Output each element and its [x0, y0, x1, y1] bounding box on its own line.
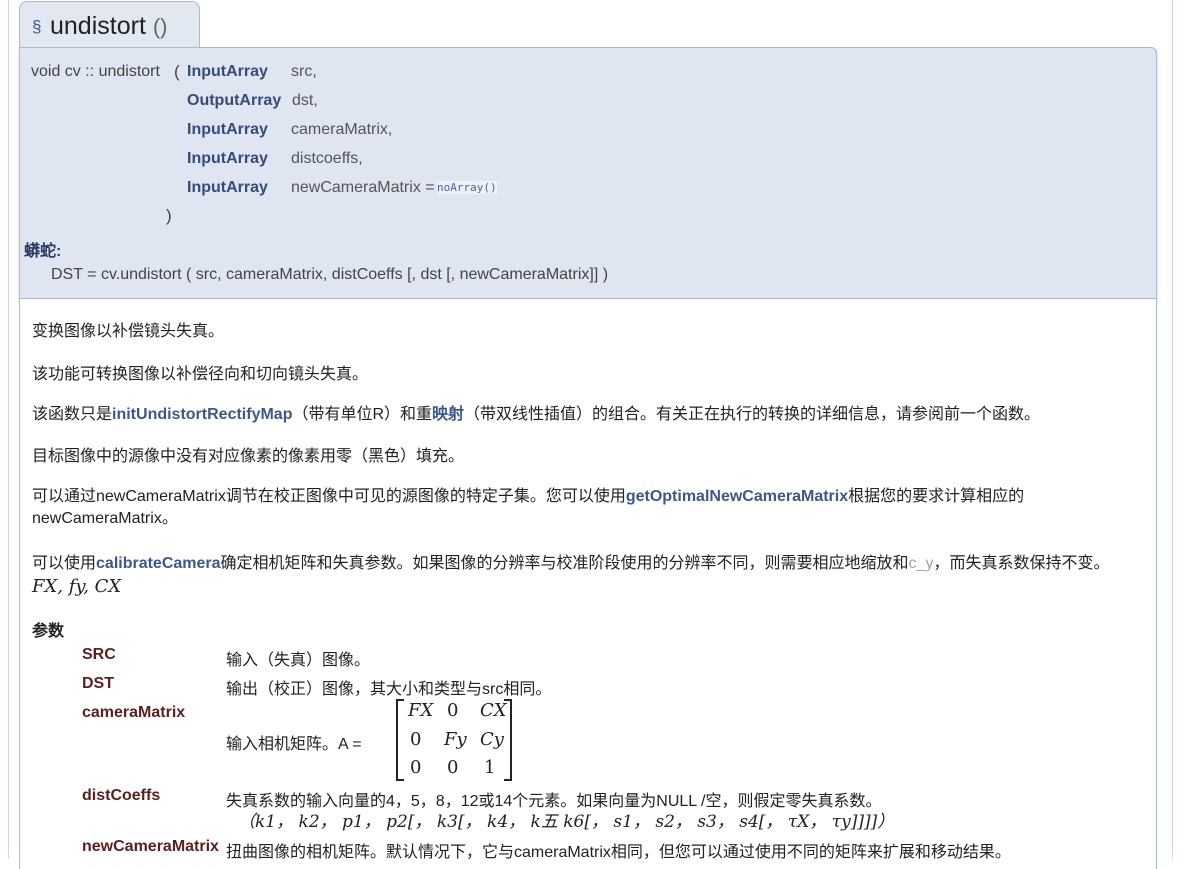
matrix-cell: 0 — [410, 729, 422, 750]
param-name-dst: DST — [82, 675, 114, 692]
prototype-signature-head: void cv :: undistort — [31, 63, 160, 80]
formula-c-y: c_y — [908, 555, 934, 572]
text: 该函数只是 — [32, 406, 113, 423]
param-type-link[interactable]: InputArray — [187, 63, 268, 81]
param-name: src, — [291, 63, 317, 80]
default-value-link[interactable]: noArray() — [437, 181, 497, 194]
text: （带双线性插值）的组合。有关正在执行的转换的详细信息，请参阅前一个函数。 — [464, 406, 1041, 423]
paragraph-description: 该功能可转换图像以补偿径向和切向镜头失真。 — [32, 366, 369, 383]
right-border-line — [1172, 0, 1173, 859]
param-name-distcoeffs: distCoeffs — [82, 787, 161, 804]
matrix-cell: FX — [408, 700, 434, 721]
camera-matrix-formula: FX 0 CX 0 Fy Cy 0 0 1 — [396, 699, 512, 781]
param-type-link[interactable]: OutputArray — [187, 92, 281, 110]
param-desc-cameramatrix: 输入相机矩阵。A = — [226, 736, 362, 753]
function-title: undistort () — [50, 12, 168, 40]
param-name-cameramatrix: cameraMatrix — [82, 704, 186, 721]
param-desc-dst: 输出（校正）图像，其大小和类型与src相同。 — [226, 681, 552, 698]
link-calibrateCamera[interactable]: calibrateCamera — [96, 555, 221, 572]
python-signature: DST = cv.undistort ( src, cameraMatrix, … — [51, 266, 609, 283]
params-heading: 参数 — [32, 623, 65, 640]
matrix-cell: CX — [480, 700, 507, 721]
param-name: dst, — [292, 92, 318, 109]
open-paren: ( — [174, 62, 180, 81]
paragraph-summary: 变换图像以补偿镜头失真。 — [32, 323, 225, 340]
text: 根据您的要求计算相应的 — [848, 488, 1025, 505]
matrix-cell: 0 — [410, 757, 422, 778]
param-desc-newcameramatrix: 扭曲图像的相机矩阵。默认情况下，它与cameraMatrix相同，但您可以通过使… — [226, 844, 1011, 861]
python-label: 蟒蛇: — [24, 243, 62, 260]
text: （带有单位R）和重 — [292, 406, 433, 423]
param-name: distcoeffs, — [291, 150, 363, 167]
text: ，而失真系数保持不变。 — [933, 555, 1110, 572]
param-desc-src: 输入（失真）图像。 — [226, 652, 371, 669]
link-remap[interactable]: 映射 — [432, 406, 464, 423]
paragraph-fill: 目标图像中的源像中没有对应像素的像素用零（黑色）填充。 — [32, 448, 465, 465]
section-anchor-link[interactable]: § — [32, 17, 41, 37]
formula-scale: FX, fy, CX — [32, 576, 122, 597]
matrix-cell: Cy — [480, 729, 504, 750]
matrix-cell: 1 — [484, 757, 496, 778]
param-name: cameraMatrix, — [291, 121, 393, 138]
matrix-cell: 0 — [447, 700, 459, 721]
function-title-tab: § undistort () — [19, 1, 200, 48]
param-type-link[interactable]: InputArray — [187, 179, 268, 197]
matrix-left-bracket — [396, 699, 404, 781]
text: 可以使用 — [32, 555, 97, 572]
paragraph-newcameramatrix: 可以通过newCameraMatrix调节在校正图像中可见的源图像的特定子集。您… — [32, 486, 1132, 530]
matrix-cell: 0 — [447, 757, 459, 778]
param-name: newCameraMatrix = — [291, 179, 435, 196]
text: newCameraMatrix。 — [32, 510, 178, 527]
close-paren: ) — [166, 206, 172, 225]
text: 确定相机矩阵和失真参数。如果图像的分辨率与校准阶段使用的分辨率不同，则需要相应地… — [220, 555, 909, 572]
matrix-cell: Fy — [444, 729, 467, 750]
paragraph-combination: 该函数只是initUndistortRectifyMap（带有单位R）和重映射（… — [32, 404, 1040, 426]
text: 可以通过newCameraMatrix调节在校正图像中可见的源图像的特定子集。您… — [32, 488, 626, 505]
left-border-line — [8, 0, 9, 859]
paragraph-calibrate: 可以使用calibrateCamera确定相机矩阵和失真参数。如果图像的分辨率与… — [32, 553, 1109, 575]
param-name-newcameramatrix: newCameraMatrix — [82, 838, 219, 855]
param-name-src: SRC — [82, 646, 116, 663]
link-getOptimalNewCameraMatrix[interactable]: getOptimalNewCameraMatrix — [626, 488, 848, 505]
function-prototype: void cv :: undistort ( InputArray src, O… — [19, 47, 1157, 299]
param-type-link[interactable]: InputArray — [187, 121, 268, 139]
link-initUndistortRectifyMap[interactable]: initUndistortRectifyMap — [112, 406, 292, 423]
dist-coeffs-vector-formula: （k1， k2， p1， p2[， k3[， k4， k五 k6[， s1， s… — [238, 812, 895, 832]
param-type-link[interactable]: InputArray — [187, 150, 268, 168]
